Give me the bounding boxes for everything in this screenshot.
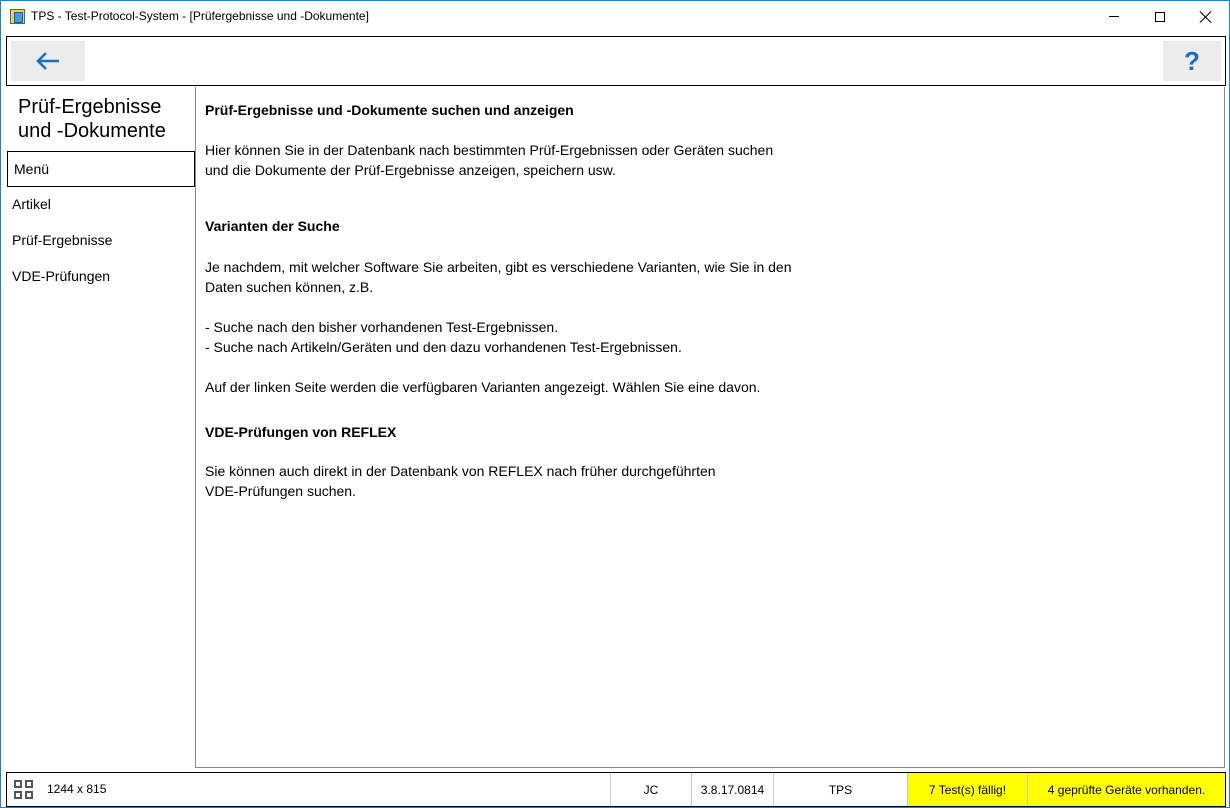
minimize-button[interactable]: [1091, 1, 1137, 32]
app-icon: [10, 9, 25, 24]
sidebar-title: Prüf-Ergebnisse und -Dokumente: [18, 96, 166, 142]
content-heading-reflex: VDE-Prüfungen von REFLEX: [205, 424, 397, 440]
arrow-left-icon: [36, 52, 59, 70]
status-bar: 1244 x 815 JC 3.8.17.0814 TPS 7 Test(s) …: [6, 772, 1226, 807]
window-size-label: 1244 x 815: [47, 782, 107, 796]
title-bar: TPS - Test-Protocol-System - [Prüfergebn…: [1, 1, 1229, 32]
minimize-icon: [1109, 16, 1119, 17]
content-heading-search: Prüf-Ergebnisse und -Dokumente suchen un…: [205, 102, 574, 118]
window-title: TPS - Test-Protocol-System - [Prüfergebn…: [31, 9, 369, 23]
bullet-item: - Suche nach Artikeln/Geräten und den da…: [205, 339, 682, 355]
content-heading-variants: Varianten der Suche: [205, 218, 340, 234]
intro-line-2: und die Dokumente der Prüf-Ergebnisse an…: [205, 162, 616, 178]
status-app: TPS: [773, 773, 907, 806]
sidebar-item-menu[interactable]: Menü: [7, 151, 195, 187]
maximize-button[interactable]: [1137, 1, 1183, 32]
reflex-line-1: Sie können auch direkt in der Datenbank …: [205, 463, 716, 479]
sidebar-item-artikel[interactable]: Artikel: [6, 186, 195, 222]
app-window: TPS - Test-Protocol-System - [Prüfergebn…: [0, 0, 1230, 808]
grid-icon[interactable]: [14, 780, 34, 800]
status-devices[interactable]: 4 geprüfte Geräte vorhanden.: [1027, 773, 1225, 806]
close-button[interactable]: [1183, 1, 1229, 32]
status-tests-due[interactable]: 7 Test(s) fällig!: [907, 773, 1027, 806]
reflex-line-2: VDE-Prüfungen suchen.: [205, 483, 356, 499]
toolbar: ?: [6, 36, 1226, 86]
sidebar-item-vde-pruefungen[interactable]: VDE-Prüfungen: [6, 258, 195, 294]
back-button[interactable]: [11, 41, 85, 81]
content-panel: Prüf-Ergebnisse und -Dokumente suchen un…: [195, 87, 1225, 768]
sidebar-item-pruef-ergebnisse[interactable]: Prüf-Ergebnisse: [6, 222, 195, 258]
status-user: JC: [610, 773, 691, 806]
sidebar: Prüf-Ergebnisse und -Dokumente Menü Arti…: [6, 87, 196, 767]
variants-line-2: Daten suchen können, z.B.: [205, 279, 374, 295]
variants-line-1: Je nachdem, mit welcher Software Sie arb…: [205, 259, 792, 275]
help-button[interactable]: ?: [1163, 41, 1221, 81]
status-version: 3.8.17.0814: [691, 773, 773, 806]
close-icon: [1200, 11, 1212, 23]
bullet-item: - Suche nach den bisher vorhandenen Test…: [205, 319, 559, 335]
choose-variant-line: Auf der linken Seite werden die verfügba…: [205, 379, 761, 395]
maximize-icon: [1155, 11, 1165, 22]
intro-line-1: Hier können Sie in der Datenbank nach be…: [205, 142, 774, 158]
